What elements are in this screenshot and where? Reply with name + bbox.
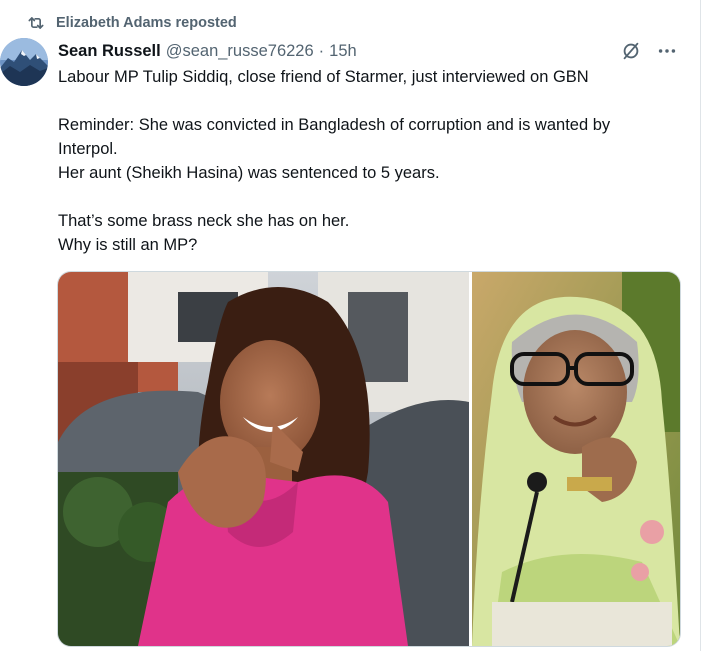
avatar[interactable] [0,38,48,86]
mountain-avatar [0,38,48,86]
post-text-line: Interpol. [58,139,118,158]
repost-text: Elizabeth Adams reposted [56,15,237,31]
post-text: Labour MP Tulip Siddiq, close friend of … [58,66,688,257]
post-header: Sean Russell @sean_russe76226 · 15h [58,40,357,62]
post-text-line: Why is still an MP? [58,235,198,254]
post-actions [620,40,678,62]
grok-slash-icon[interactable] [620,40,642,62]
media-photo-right[interactable] [472,272,680,646]
timeline-column-border [700,0,701,651]
media-photo-left[interactable] [58,272,469,646]
repost-icon [26,13,46,33]
post-text-line: Labour MP Tulip Siddiq, close friend of … [58,68,589,86]
more-options-icon[interactable] [656,40,678,62]
post-text-line: Her aunt (Sheikh Hasina) was sentenced t… [58,163,440,182]
repost-indicator[interactable]: Elizabeth Adams reposted [20,13,237,33]
post-text-line: That’s some brass neck she has on her. [58,211,350,230]
timestamp[interactable]: 15h [329,42,357,61]
user-handle[interactable]: @sean_russe76226 [166,42,314,61]
post-media [57,271,681,647]
post-text-line: Reminder: She was convicted in Banglades… [58,115,611,134]
display-name[interactable]: Sean Russell [58,42,161,61]
separator-dot: · [318,41,325,60]
